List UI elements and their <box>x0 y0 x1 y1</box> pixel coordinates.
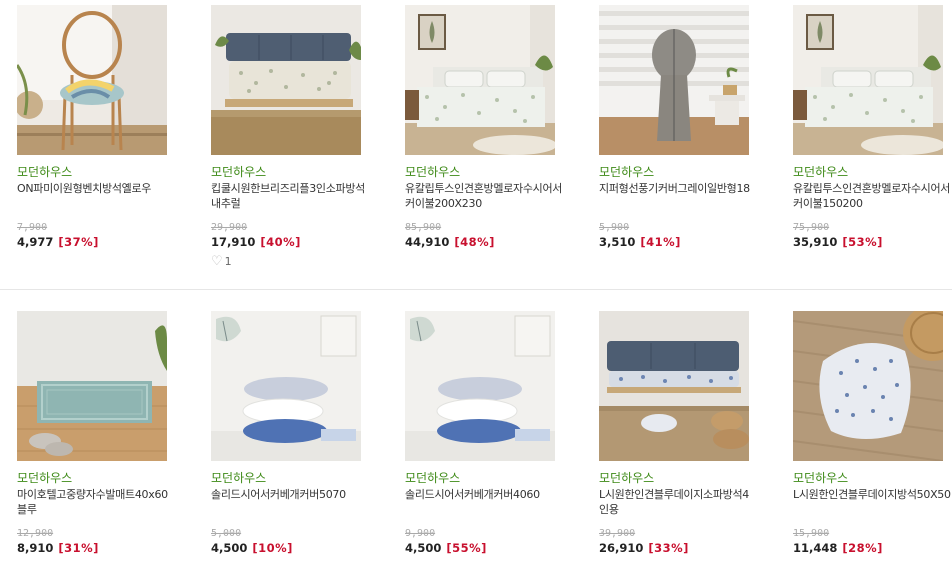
product-card[interactable]: 모던하우스 마이호텔고중량자수발매트40x60블루 12,900 8,910 [3… <box>17 311 175 586</box>
product-card[interactable]: 모던하우스 솔리드시어서커베개커버4060 9,900 4,500 [55%] <box>405 311 563 586</box>
original-price: 5,000 <box>211 528 242 539</box>
product-card[interactable]: 모던하우스 유칼립투스인견혼방멜로자수시어서커이불150200 75,900 3… <box>793 5 951 280</box>
original-price: 39,900 <box>599 528 636 539</box>
brand-label[interactable]: 모던하우스 <box>405 163 460 180</box>
product-row-2: 모던하우스 마이호텔고중량자수발매트40x60블루 12,900 8,910 [3… <box>0 311 952 586</box>
sale-price: 4,977 <box>17 235 54 249</box>
product-name[interactable]: 유칼립투스인견혼방멜로자수시어서커이불150200 <box>793 181 951 211</box>
product-card[interactable]: 모던하우스 솔리드시어서커베개커버5070 5,000 4,500 [10%] <box>211 311 369 586</box>
product-name[interactable]: L시원한인견블루데이지소파방석4인용 <box>599 487 757 517</box>
price-line: 4,500 [10%] <box>211 541 293 555</box>
product-name[interactable]: ON파미이원형벤치방석옐로우 <box>17 181 175 196</box>
discount-rate: [53%] <box>842 235 883 249</box>
discount-rate: [40%] <box>260 235 301 249</box>
discount-rate: [55%] <box>446 541 487 555</box>
product-name[interactable]: 유칼립투스인견혼방멜로자수시어서커이불200X230 <box>405 181 563 211</box>
product-card[interactable]: 모던하우스 ON파미이원형벤치방석옐로우 7,900 4,977 [37%] <box>17 5 175 280</box>
product-image[interactable] <box>405 311 555 461</box>
original-price: 15,900 <box>793 528 830 539</box>
product-image[interactable] <box>793 311 943 461</box>
discount-rate: [41%] <box>640 235 681 249</box>
product-card[interactable]: 모던하우스 유칼립투스인견혼방멜로자수시어서커이불200X230 85,900 … <box>405 5 563 280</box>
price-line: 11,448 [28%] <box>793 541 883 555</box>
product-card[interactable]: 모던하우스 L시원한인견블루데이지소파방석4인용 39,900 26,910 [3… <box>599 311 757 586</box>
product-name[interactable]: 솔리드시어서커베개커버4060 <box>405 487 563 502</box>
sale-price: 4,500 <box>405 541 442 555</box>
brand-label[interactable]: 모던하우스 <box>405 469 460 486</box>
product-name[interactable]: L시원한인견블루데이지방석50X50 <box>793 487 951 502</box>
brand-label[interactable]: 모던하우스 <box>211 469 266 486</box>
brand-label[interactable]: 모던하우스 <box>17 469 72 486</box>
product-name[interactable]: 킵쿨시원한브리즈리플3인소파방석내추럴 <box>211 181 369 211</box>
heart-icon: ♡ <box>211 254 223 269</box>
product-image[interactable] <box>599 5 749 155</box>
product-name[interactable]: 마이호텔고중량자수발매트40x60블루 <box>17 487 175 517</box>
discount-rate: [28%] <box>842 541 883 555</box>
price-line: 26,910 [33%] <box>599 541 689 555</box>
sale-price: 8,910 <box>17 541 54 555</box>
sale-price: 4,500 <box>211 541 248 555</box>
discount-rate: [48%] <box>454 235 495 249</box>
product-image[interactable] <box>211 5 361 155</box>
original-price: 9,900 <box>405 528 436 539</box>
price-line: 3,510 [41%] <box>599 235 681 249</box>
product-image[interactable] <box>793 5 943 155</box>
discount-rate: [37%] <box>58 235 99 249</box>
original-price: 29,900 <box>211 222 248 233</box>
product-card[interactable]: 모던하우스 L시원한인견블루데이지방석50X50 15,900 11,448 [2… <box>793 311 951 586</box>
like-count: 1 <box>224 255 232 268</box>
brand-label[interactable]: 모던하우스 <box>793 163 848 180</box>
sale-price: 44,910 <box>405 235 450 249</box>
discount-rate: [31%] <box>58 541 99 555</box>
product-image[interactable] <box>405 5 555 155</box>
sale-price: 17,910 <box>211 235 256 249</box>
discount-rate: [33%] <box>648 541 689 555</box>
product-image[interactable] <box>17 5 167 155</box>
product-name[interactable]: 솔리드시어서커베개커버5070 <box>211 487 369 502</box>
sale-price: 26,910 <box>599 541 644 555</box>
sale-price: 11,448 <box>793 541 838 555</box>
brand-label[interactable]: 모던하우스 <box>211 163 266 180</box>
product-card[interactable]: 모던하우스 킵쿨시원한브리즈리플3인소파방석내추럴 29,900 17,910 [… <box>211 5 369 280</box>
price-line: 17,910 [40%] <box>211 235 301 249</box>
price-line: 35,910 [53%] <box>793 235 883 249</box>
like-button[interactable]: ♡ 1 <box>211 254 232 269</box>
original-price: 5,900 <box>599 222 630 233</box>
brand-label[interactable]: 모던하우스 <box>599 163 654 180</box>
product-image[interactable] <box>599 311 749 461</box>
product-card[interactable]: 모던하우스 지퍼형선풍기커버그레이일반형18 5,900 3,510 [41%] <box>599 5 757 280</box>
product-row-1: 모던하우스 ON파미이원형벤치방석옐로우 7,900 4,977 [37%] 모… <box>0 5 952 280</box>
product-image[interactable] <box>17 311 167 461</box>
sale-price: 3,510 <box>599 235 636 249</box>
price-line: 4,500 [55%] <box>405 541 487 555</box>
row-divider <box>0 289 952 290</box>
original-price: 7,900 <box>17 222 48 233</box>
sale-price: 35,910 <box>793 235 838 249</box>
price-line: 4,977 [37%] <box>17 235 99 249</box>
brand-label[interactable]: 모던하우스 <box>17 163 72 180</box>
original-price: 12,900 <box>17 528 54 539</box>
original-price: 85,900 <box>405 222 442 233</box>
discount-rate: [10%] <box>252 541 293 555</box>
brand-label[interactable]: 모던하우스 <box>599 469 654 486</box>
product-name[interactable]: 지퍼형선풍기커버그레이일반형18 <box>599 181 757 196</box>
price-line: 44,910 [48%] <box>405 235 495 249</box>
price-line: 8,910 [31%] <box>17 541 99 555</box>
original-price: 75,900 <box>793 222 830 233</box>
product-image[interactable] <box>211 311 361 461</box>
brand-label[interactable]: 모던하우스 <box>793 469 848 486</box>
